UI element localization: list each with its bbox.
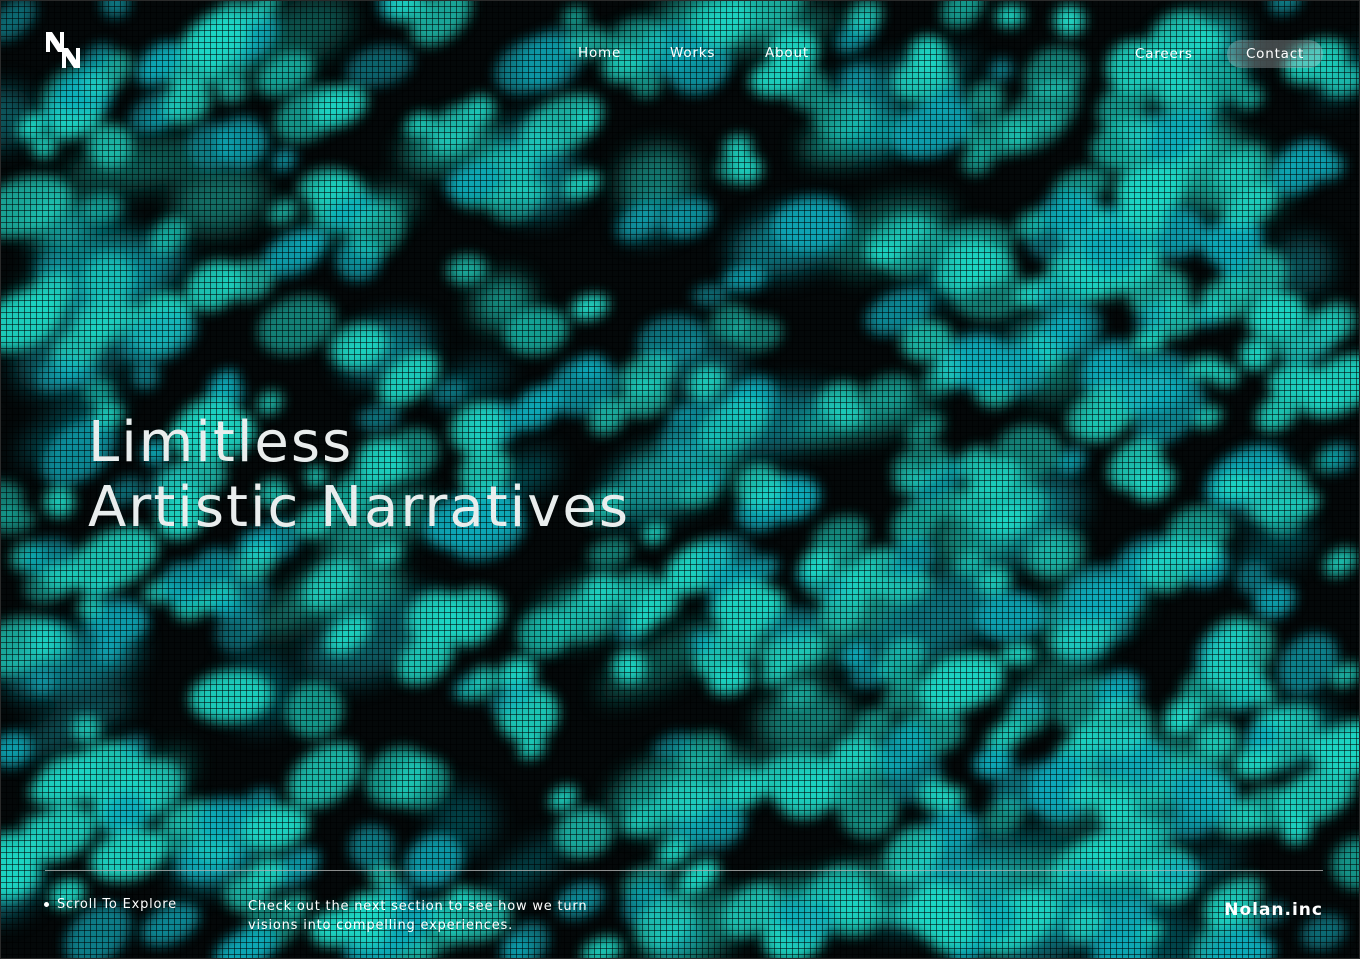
landing-page: Home Works About Careers Contact Limitle… <box>0 0 1360 959</box>
nav-about-link[interactable]: About <box>765 45 809 61</box>
careers-link[interactable]: Careers <box>1135 46 1193 62</box>
hero-title: Limitless Artistic Narratives <box>88 410 630 540</box>
hero-title-line1: Limitless <box>88 410 354 475</box>
scroll-to-explore[interactable]: Scroll To Explore <box>44 897 177 912</box>
scroll-label: Scroll To Explore <box>57 897 177 912</box>
section-description: Check out the next section to see how we… <box>248 899 588 933</box>
brand-name[interactable]: Nolan.inc <box>1224 900 1323 920</box>
nav-home-link[interactable]: Home <box>578 45 621 61</box>
footer-divider <box>45 870 1323 871</box>
bullet-dot-icon <box>44 902 49 907</box>
hero-title-line2: Artistic Narratives <box>88 475 630 540</box>
contact-button[interactable]: Contact <box>1227 40 1323 68</box>
nav-works-link[interactable]: Works <box>670 45 715 61</box>
nolan-logo-icon[interactable] <box>44 30 82 70</box>
